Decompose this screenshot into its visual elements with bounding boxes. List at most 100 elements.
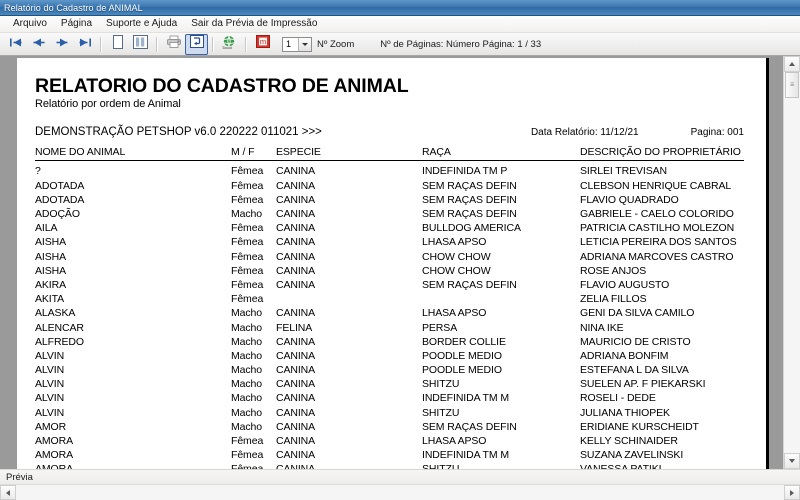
cell-mf: Fêmea (231, 250, 264, 263)
cell-proprietario: SIRLEI TREVISAN (580, 165, 668, 178)
next-page-icon (55, 35, 69, 53)
cell-nome: AISHA (35, 236, 67, 249)
preview-area: RELATORIO DO CADASTRO DE ANIMAL Relatóri… (0, 56, 800, 469)
cell-mf: Macho (231, 420, 263, 433)
table-row: AKIRA Fêmea CANINA SEM RAÇAS DEFIN FLAVIO AU… (35, 278, 744, 292)
cell-mf: Macho (231, 392, 263, 405)
print-button[interactable] (162, 34, 185, 55)
cell-proprietario: ROSE ANJOS (580, 264, 647, 277)
cell-raca: SHITZU (422, 378, 460, 391)
cell-proprietario: ESTEFANA L DA SILVA (580, 364, 689, 377)
column-header-especie: ESPECIE (276, 146, 422, 162)
last-page-button[interactable] (73, 34, 96, 55)
cell-proprietario: FLAVIO QUADRADO (580, 193, 679, 206)
single-page-view-button[interactable] (106, 34, 129, 55)
next-page-button[interactable] (50, 34, 73, 55)
scroll-up-button[interactable] (784, 56, 800, 72)
vertical-scroll-thumb[interactable]: ≡ (785, 72, 799, 98)
status-text: Prévia (6, 471, 33, 483)
table-row: ALVIN Macho CANINA POODLE MEDIO ESTEFANA L D… (35, 363, 744, 377)
report-meta: DEMONSTRAÇÃO PETSHOP v6.0 220222 011021 … (35, 126, 744, 138)
cell-mf: Macho (231, 364, 263, 377)
table-row: ALVIN Macho CANINA SHITZU JULIANA THIOPEK (35, 406, 744, 420)
cell-raca: SEM RAÇAS DEFIN (422, 179, 517, 192)
cell-raca: POODLE MEDIO (422, 364, 502, 377)
vertical-scroll-track[interactable]: ≡ (784, 72, 800, 453)
close-preview-button[interactable]: m (251, 34, 274, 55)
cell-proprietario: NINA IKE (580, 321, 624, 334)
table-row: AISHA Fêmea CANINA CHOW CHOW ROSE ANJOS (35, 264, 744, 278)
cell-especie: CANINA (276, 392, 316, 405)
cell-mf: Fêmea (231, 236, 264, 249)
table-row: AMOR Macho CANINA SEM RAÇAS DEFIN ERIDIANE K… (35, 420, 744, 434)
cell-especie: CANINA (276, 208, 316, 221)
cell-raca: CHOW CHOW (422, 250, 491, 263)
scroll-right-button[interactable] (784, 485, 800, 500)
cell-especie: CANINA (276, 420, 316, 433)
table-row: AISHA Fêmea CANINA CHOW CHOW ADRIANA MARCOVE… (35, 250, 744, 264)
table-header-row: NOME DO ANIMAL M / F ESPECIE RAÇA DESCRI… (35, 146, 744, 162)
cell-nome: ALENCAR (35, 321, 84, 334)
cell-especie: CANINA (276, 349, 316, 362)
cell-mf: Macho (231, 307, 263, 320)
toolbar-separator-1 (100, 36, 102, 52)
cell-nome: ALVIN (35, 392, 65, 405)
menu-pagina[interactable]: Página (54, 17, 99, 31)
menu-arquivo[interactable]: Arquivo (6, 17, 54, 31)
cell-raca: SHITZU (422, 406, 460, 419)
cell-mf: Fêmea (231, 179, 264, 192)
cell-mf: Fêmea (231, 449, 264, 462)
cell-nome: ADOTADA (35, 179, 85, 192)
cell-mf: Fêmea (231, 165, 264, 178)
cell-raca: LHASA APSO (422, 435, 487, 448)
cell-raca: SEM RAÇAS DEFIN (422, 208, 517, 221)
scroll-left-button[interactable] (0, 485, 16, 500)
column-header-nome: NOME DO ANIMAL (35, 146, 231, 162)
page-setup-button[interactable] (185, 33, 208, 55)
table-row: ? Fêmea CANINA INDEFINIDA TM P SIRLEI TREVIS… (35, 161, 744, 179)
column-header-raca: RAÇA (422, 146, 580, 162)
two-page-view-button[interactable] (129, 34, 152, 55)
cell-raca: INDEFINIDA TM P (422, 165, 508, 178)
export-button[interactable] (218, 34, 241, 55)
first-page-button[interactable] (4, 34, 27, 55)
cell-raca: INDEFINIDA TM M (422, 449, 509, 462)
cell-raca: SEM RAÇAS DEFIN (422, 278, 517, 291)
close-preview-icon: m (255, 35, 270, 53)
cell-proprietario: FLAVIO AUGUSTO (580, 278, 670, 291)
cell-mf: Fêmea (231, 193, 264, 206)
cell-raca: POODLE MEDIO (422, 349, 502, 362)
horizontal-scrollbar[interactable] (0, 484, 800, 500)
cell-proprietario: CLEBSON HENRIQUE CABRAL (580, 179, 732, 192)
chevron-down-icon[interactable] (298, 37, 311, 51)
toolbar-separator-4 (245, 36, 247, 52)
table-row: AILA Fêmea CANINA BULLDOG AMERICA PATRICIA C… (35, 221, 744, 235)
table-row: AMORAFêmeaCANINASHITZUVANESSA PATIKI (35, 462, 744, 469)
horizontal-scroll-track[interactable] (16, 485, 784, 500)
preview-canvas[interactable]: RELATORIO DO CADASTRO DE ANIMAL Relatóri… (0, 56, 783, 469)
cell-raca: CHOW CHOW (422, 264, 491, 277)
scroll-down-button[interactable] (784, 453, 800, 469)
table-row: ADOTADA Fêmea CANINA SEM RAÇAS DEFIN FLAVIO … (35, 193, 744, 207)
table-row: ALVIN Macho CANINA POODLE MEDIO ADRIANA BONF… (35, 349, 744, 363)
table-row: ADOTADA Fêmea CANINA SEM RAÇAS DEFIN CLEBSON… (35, 179, 744, 193)
table-row: ALENCAR Macho FELINA PERSA NINA IKE (35, 320, 744, 334)
menu-sair-da-previa[interactable]: Sair da Prévia de Impressão (184, 17, 324, 31)
cell-especie: CANINA (276, 307, 316, 320)
table-row: AMORA Fêmea CANINA LHASA APSO KELLY SCHINAID… (35, 434, 744, 448)
report-page-number: Pagina: 001 (690, 127, 744, 139)
report-subtitle: Relatório por ordem de Animal (35, 98, 181, 111)
cell-raca: SEM RAÇAS DEFIN (422, 420, 517, 433)
cell-raca: INDEFINIDA TM M (422, 392, 509, 405)
cell-nome: AILA (35, 222, 58, 235)
table-body: ? Fêmea CANINA INDEFINIDA TM P SIRLEI TREVIS… (35, 161, 744, 469)
previous-page-button[interactable] (27, 34, 50, 55)
cell-nome: AMORA (35, 462, 231, 469)
table-row: ALVIN Macho CANINA INDEFINIDA TM M ROSELI - … (35, 391, 744, 405)
cell-raca: BORDER COLLIE (422, 335, 506, 348)
menu-suporte-e-ajuda[interactable]: Suporte e Ajuda (99, 17, 184, 31)
zoom-select[interactable]: 1 (282, 36, 312, 52)
cell-especie: CANINA (276, 364, 316, 377)
vertical-scrollbar[interactable]: ≡ (783, 56, 800, 469)
first-page-icon (9, 35, 23, 53)
